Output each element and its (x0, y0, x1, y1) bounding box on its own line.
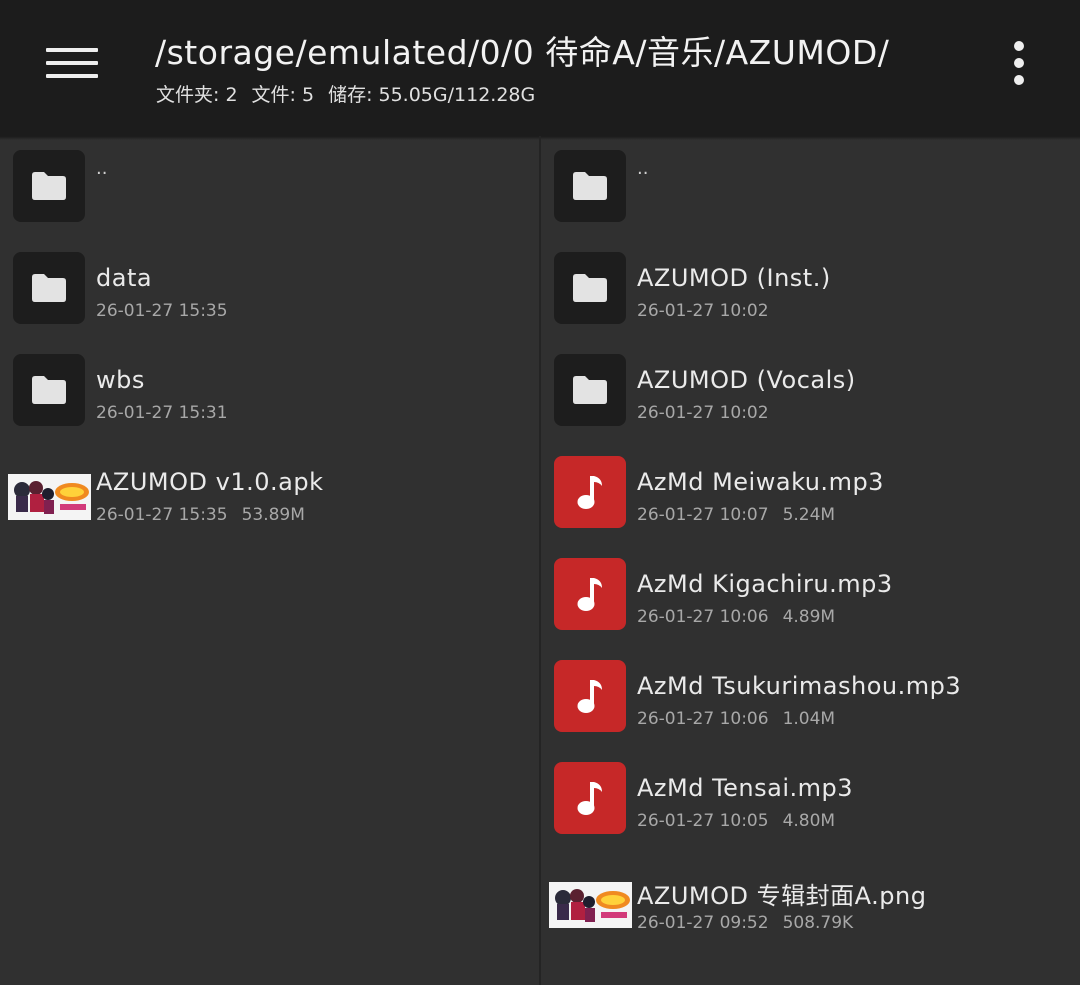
file-name: AzMd Tsukurimashou.mp3 (637, 672, 962, 700)
left-file-pane[interactable]: .. data 26-01-27 15:35 wbs 26-01-27 15:31 AZU… (0, 136, 539, 985)
file-meta: 26-01-27 15:35 53.89M (96, 505, 305, 525)
file-meta: 26-01-27 10:06 1.04M (637, 709, 835, 729)
parent-dir-label: .. (96, 158, 108, 179)
music-note-icon (554, 660, 626, 732)
file-date: 26-01-27 10:02 (637, 403, 769, 423)
folder-count: 文件夹: 2 (156, 84, 238, 106)
right-file-row[interactable]: AzMd Tensai.mp3 26-01-27 10:05 4.80M (541, 748, 1080, 844)
left-file-row[interactable]: data 26-01-27 15:35 (0, 238, 539, 334)
file-meta: 26-01-27 15:35 (96, 301, 228, 321)
file-date: 26-01-27 15:35 (96, 301, 228, 321)
file-size: 4.80M (782, 811, 836, 831)
file-name: AzMd Meiwaku.mp3 (637, 468, 884, 496)
file-date: 26-01-27 10:02 (637, 301, 769, 321)
file-date: 26-01-27 10:06 (637, 607, 769, 627)
file-date: 26-01-27 10:06 (637, 709, 769, 729)
file-meta: 26-01-27 10:06 4.89M (637, 607, 835, 627)
file-meta: 26-01-27 10:05 4.80M (637, 811, 835, 831)
file-date: 26-01-27 10:07 (637, 505, 769, 525)
current-path[interactable]: /storage/emulated/0/0 待命A/音乐/AZUMOD/ (155, 26, 985, 74)
file-name: wbs (96, 366, 145, 394)
file-count: 文件: 5 (251, 84, 315, 106)
right-file-row[interactable]: AzMd Meiwaku.mp3 26-01-27 10:07 5.24M (541, 442, 1080, 538)
file-meta: 26-01-27 10:02 (637, 403, 769, 423)
right-file-row[interactable]: AZUMOD 专辑封面A.png 26-01-27 09:52 508.79K (541, 850, 1080, 946)
file-meta: 26-01-27 15:31 (96, 403, 228, 423)
folder-icon (13, 150, 85, 222)
right-file-pane[interactable]: .. AZUMOD (Inst.) 26-01-27 10:02 AZUMOD (Vo… (541, 136, 1080, 985)
folder-icon (554, 150, 626, 222)
file-name: AZUMOD (Vocals) (637, 366, 856, 394)
file-date: 26-01-27 15:31 (96, 403, 228, 423)
parent-dir-label: .. (637, 158, 649, 179)
directory-summary: 文件夹: 2 文件: 5 储存: 55.05G/112.28G (156, 80, 535, 107)
app-toolbar: /storage/emulated/0/0 待命A/音乐/AZUMOD/ 文件夹… (0, 0, 1080, 136)
more-vertical-icon[interactable] (1000, 38, 1038, 88)
storage-usage: 储存: 55.05G/112.28G (328, 84, 536, 106)
right-file-row[interactable]: AZUMOD (Vocals) 26-01-27 10:02 (541, 340, 1080, 436)
folder-icon (13, 354, 85, 426)
file-date: 26-01-27 10:05 (637, 811, 769, 831)
file-meta: 26-01-27 10:07 5.24M (637, 505, 835, 525)
folder-icon (554, 354, 626, 426)
file-date: 26-01-27 09:52 (637, 913, 769, 933)
file-name: AZUMOD v1.0.apk (96, 468, 324, 496)
file-name: AZUMOD (Inst.) (637, 264, 831, 292)
file-name: AZUMOD 专辑封面A.png (637, 882, 927, 910)
left-file-row[interactable]: wbs 26-01-27 15:31 (0, 340, 539, 436)
hamburger-menu-icon[interactable] (40, 38, 104, 88)
file-meta: 26-01-27 09:52 508.79K (637, 913, 853, 933)
folder-icon (554, 252, 626, 324)
left-file-row[interactable]: AZUMOD v1.0.apk 26-01-27 15:35 53.89M (0, 442, 539, 538)
left-file-row[interactable]: .. (0, 136, 539, 232)
file-date: 26-01-27 15:35 (96, 505, 228, 525)
file-meta: 26-01-27 10:02 (637, 301, 769, 321)
image-thumbnail (8, 474, 91, 520)
file-name: data (96, 264, 153, 292)
music-note-icon (554, 456, 626, 528)
file-name: AzMd Tensai.mp3 (637, 774, 854, 802)
file-size: 5.24M (782, 505, 836, 525)
file-size: 1.04M (782, 709, 836, 729)
file-size: 53.89M (241, 505, 305, 525)
file-size: 4.89M (782, 607, 836, 627)
file-size: 508.79K (782, 913, 854, 933)
folder-icon (13, 252, 85, 324)
right-file-row[interactable]: .. (541, 136, 1080, 232)
music-note-icon (554, 558, 626, 630)
right-file-row[interactable]: AzMd Kigachiru.mp3 26-01-27 10:06 4.89M (541, 544, 1080, 640)
music-note-icon (554, 762, 626, 834)
file-name: AzMd Kigachiru.mp3 (637, 570, 893, 598)
image-thumbnail (549, 882, 632, 928)
right-file-row[interactable]: AzMd Tsukurimashou.mp3 26-01-27 10:06 1.04… (541, 646, 1080, 742)
right-file-row[interactable]: AZUMOD (Inst.) 26-01-27 10:02 (541, 238, 1080, 334)
